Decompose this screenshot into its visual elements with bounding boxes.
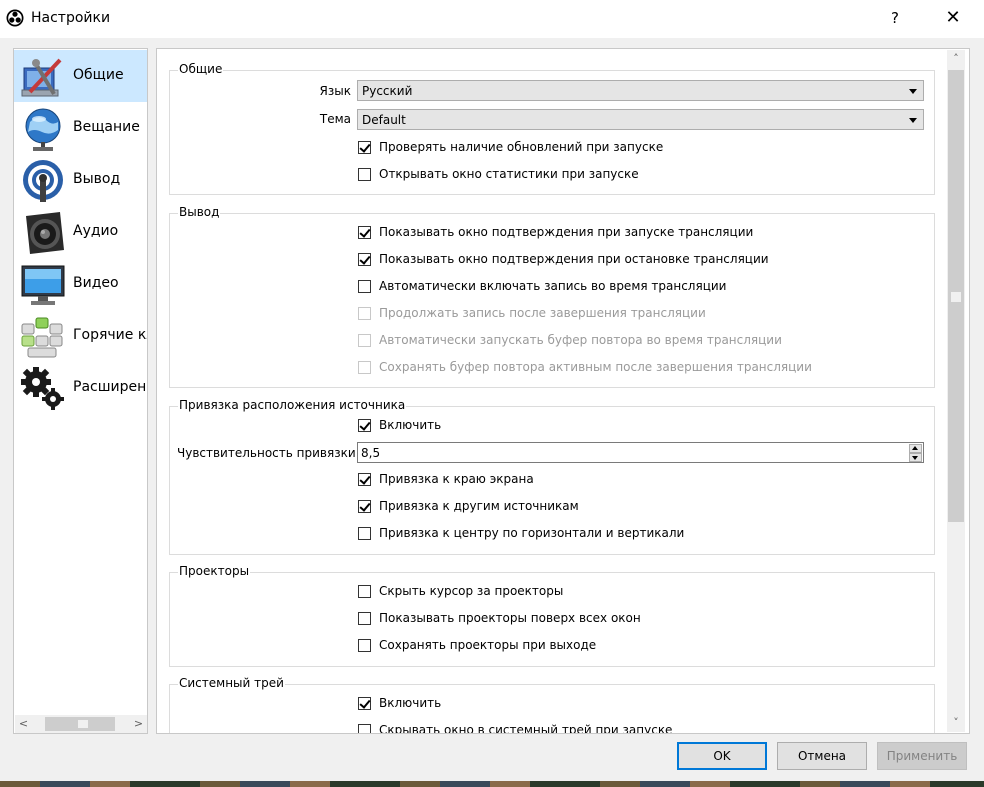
sidebar-item-label: Горячие кл — [73, 327, 148, 343]
sidebar-item-label: Общие — [73, 67, 124, 83]
sensitivity-spinbox[interactable]: 8,5 — [357, 442, 924, 463]
obs-logo-icon — [6, 9, 24, 27]
checkbox-label: Привязка к краю экрана — [379, 472, 534, 486]
checkbox-label: Привязка к центру по горизонтали и верти… — [379, 526, 685, 540]
help-button[interactable]: ? — [878, 0, 912, 38]
checkbox-label: Включить — [379, 418, 442, 432]
checkbox-icon[interactable] — [358, 253, 371, 266]
checkbox-icon[interactable] — [358, 168, 371, 181]
broadcast-antenna-icon — [23, 160, 63, 202]
sidebar-item-label: Расширенн — [73, 379, 148, 395]
checkbox-label: Показывать проекторы поверх всех окон — [379, 611, 641, 625]
language-value: Русский — [362, 84, 413, 98]
gears-icon — [21, 367, 64, 410]
sidebar-item-label: Вывод — [73, 171, 121, 187]
checkbox-label: Скрывать окно в системный трей при запус… — [379, 723, 673, 734]
sidebar-item-label: Вещание — [73, 119, 140, 135]
sidebar-item-general[interactable]: Общие — [14, 50, 147, 102]
checkbox-icon[interactable] — [358, 527, 371, 540]
group-title-general: Общие — [178, 62, 224, 76]
sidebar-item-hotkeys[interactable]: Горячие кл — [14, 310, 148, 362]
theme-label: Тема — [319, 112, 351, 126]
scroll-right-icon[interactable]: > — [130, 715, 147, 733]
sidebar-item-label: Аудио — [73, 223, 119, 239]
scroll-left-icon[interactable]: < — [15, 715, 32, 733]
checkbox-label: Автоматически включать запись во время т… — [379, 279, 727, 293]
scroll-up-icon[interactable]: ˄ — [947, 50, 965, 68]
checkbox-label: Сохранять проекторы при выходе — [379, 638, 597, 652]
content-vertical-scrollbar[interactable]: ˄ ˅ — [947, 50, 965, 732]
theme-value: Default — [362, 113, 406, 127]
scrollbar-thumb[interactable] — [45, 717, 115, 731]
chevron-down-icon — [909, 118, 917, 123]
checkbox-icon[interactable] — [358, 280, 371, 293]
checkbox-icon — [358, 307, 371, 320]
globe-network-icon — [25, 108, 61, 151]
group-title-snapping: Привязка расположения источника — [178, 398, 407, 412]
checkbox-icon[interactable] — [358, 697, 371, 710]
settings-window: Настройки ? ✕ Общие Вещание Вывод Аудио … — [0, 0, 984, 787]
checkbox-icon[interactable] — [358, 500, 371, 513]
language-select[interactable]: Русский — [357, 80, 924, 101]
group-title-output: Вывод — [178, 205, 221, 219]
scrollbar-thumb[interactable] — [948, 70, 964, 522]
wrench-screwdriver-icon — [21, 58, 62, 97]
sensitivity-value: 8,5 — [361, 446, 381, 460]
apply-button: Применить — [877, 742, 967, 770]
cancel-button[interactable]: Отмена — [777, 742, 867, 770]
checkbox-label: Скрыть курсор за проекторы — [379, 584, 564, 598]
checkbox-label: Автоматически запускать буфер повтора во… — [379, 333, 782, 347]
sidebar-horizontal-scrollbar[interactable]: < > — [15, 715, 147, 733]
speaker-icon — [26, 212, 64, 254]
window-title: Настройки — [31, 10, 111, 26]
sensitivity-label: Чувствительность привязки — [177, 446, 356, 460]
checkbox-icon — [358, 361, 371, 374]
language-label: Язык — [319, 84, 351, 98]
desktop-background-strip — [0, 781, 984, 787]
title-bar: Настройки ? ✕ — [0, 0, 984, 38]
checkbox-icon[interactable] — [358, 612, 371, 625]
scroll-down-icon[interactable]: ˅ — [947, 714, 965, 732]
checkbox-icon[interactable] — [358, 419, 371, 432]
checkbox-icon[interactable] — [358, 639, 371, 652]
settings-content: Общие Язык Русский Тема Default Проверят… — [156, 48, 970, 734]
checkbox-label: Продолжать запись после завершения транс… — [379, 306, 706, 320]
checkbox-label: Включить — [379, 696, 442, 710]
checkbox-label: Открывать окно статистики при запуске — [379, 167, 639, 181]
monitor-icon — [21, 265, 65, 305]
checkbox-label: Сохранять буфер повтора активным после з… — [379, 360, 812, 374]
checkbox-label: Проверять наличие обновлений при запуске — [379, 140, 664, 154]
checkbox-icon[interactable] — [358, 226, 371, 239]
keyboard-icon — [21, 317, 63, 358]
checkbox-icon[interactable] — [358, 141, 371, 154]
close-button[interactable]: ✕ — [936, 0, 970, 38]
sidebar-item-advanced[interactable]: Расширенн — [14, 362, 148, 414]
spin-up-icon[interactable] — [909, 444, 922, 453]
sidebar-item-stream[interactable]: Вещание — [14, 102, 147, 154]
checkbox-icon[interactable] — [358, 585, 371, 598]
ok-button[interactable]: OK — [677, 742, 767, 770]
checkbox-label: Показывать окно подтверждения при запуск… — [379, 225, 754, 239]
settings-sidebar: Общие Вещание Вывод Аудио Видео Горячие … — [13, 48, 148, 734]
checkbox-label: Привязка к другим источникам — [379, 499, 579, 513]
spin-down-icon[interactable] — [909, 453, 922, 462]
group-title-projectors: Проекторы — [178, 564, 251, 578]
checkbox-icon[interactable] — [358, 724, 371, 733]
chevron-down-icon — [909, 89, 917, 94]
group-title-tray: Системный трей — [178, 676, 285, 690]
checkbox-label: Показывать окно подтверждения при остано… — [379, 252, 769, 266]
checkbox-icon — [358, 334, 371, 347]
sidebar-item-audio[interactable]: Аудио — [14, 206, 147, 258]
sidebar-item-label: Видео — [73, 275, 119, 291]
theme-select[interactable]: Default — [357, 109, 924, 130]
sidebar-item-video[interactable]: Видео — [14, 258, 147, 310]
sidebar-item-output[interactable]: Вывод — [14, 154, 147, 206]
checkbox-icon[interactable] — [358, 473, 371, 486]
